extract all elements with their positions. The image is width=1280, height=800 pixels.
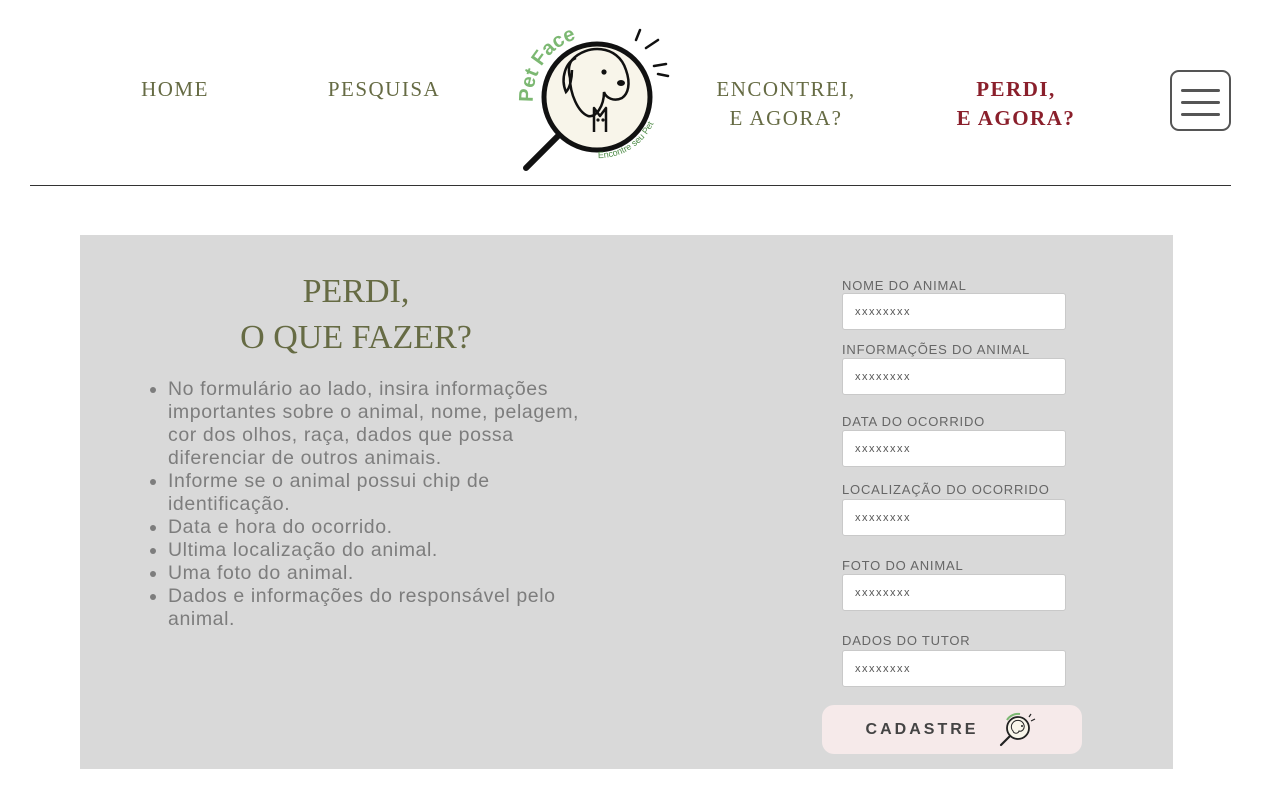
instruction-item: Dados e informações do responsável pelo … [168,585,608,631]
data-ocorrido-input[interactable] [842,430,1066,467]
nav-encontrei-line1: ENCONTREI, [716,77,856,101]
magnifier-pet-icon [1000,712,1036,746]
nav-pesquisa-label: PESQUISA [327,77,441,101]
nome-animal-input[interactable] [842,293,1066,330]
foto-animal-input[interactable] [842,574,1066,611]
nav-encontrei-e-agora[interactable]: ENCONTREI, E AGORA? [700,75,872,133]
nav-pesquisa[interactable]: PESQUISA [318,75,450,104]
foto-animal-label: FOTO DO ANIMAL [842,558,964,573]
localizacao-ocorrido-input[interactable] [842,499,1066,536]
informacoes-animal-label: INFORMAÇÕES DO ANIMAL [842,342,1030,357]
lost-pet-panel: PERDI, O QUE FAZER? No formulário ao lad… [80,235,1173,769]
instructions-list: No formulário ao lado, insira informaçõe… [148,378,608,631]
nav-perdi-e-agora[interactable]: PERDI, E AGORA? [948,75,1084,133]
nav-encontrei-line2: E AGORA? [729,106,843,130]
instruction-item: Uma foto do animal. [168,562,608,585]
informacoes-animal-input[interactable] [842,358,1066,395]
header-divider [30,185,1231,186]
localizacao-ocorrido-label: LOCALIZAÇÃO DO OCORRIDO [842,482,1050,497]
data-ocorrido-label: DATA DO OCORRIDO [842,414,986,429]
dados-tutor-label: DADOS DO TUTOR [842,633,971,648]
cadastre-button[interactable]: CADASTRE [822,705,1082,754]
page-title: PERDI, O QUE FAZER? [190,269,522,361]
cadastre-button-label: CADASTRE [865,720,979,738]
instruction-item: Informe se o animal possui chip de ident… [168,470,608,516]
page-title-line2: O QUE FAZER? [240,319,472,356]
nome-animal-label: NOME DO ANIMAL [842,278,967,293]
instruction-item: Data e hora do ocorrido. [168,516,608,539]
instruction-item: No formulário ao lado, insira informaçõe… [168,378,608,470]
nav-perdi-line2: E AGORA? [956,106,1076,130]
nav-home-label: HOME [141,77,209,101]
magnifier-pet-logo-icon: Pet Face Encontre seu Pet [516,23,670,171]
instruction-item: Ultima localização do animal. [168,539,608,562]
dados-tutor-input[interactable] [842,650,1066,687]
hamburger-menu-icon[interactable] [1170,70,1231,131]
nav-home[interactable]: HOME [120,75,230,104]
pet-face-logo[interactable]: Pet Face Encontre seu Pet [516,22,678,174]
nav-perdi-line1: PERDI, [976,77,1056,101]
page-title-line1: PERDI, [302,273,410,310]
